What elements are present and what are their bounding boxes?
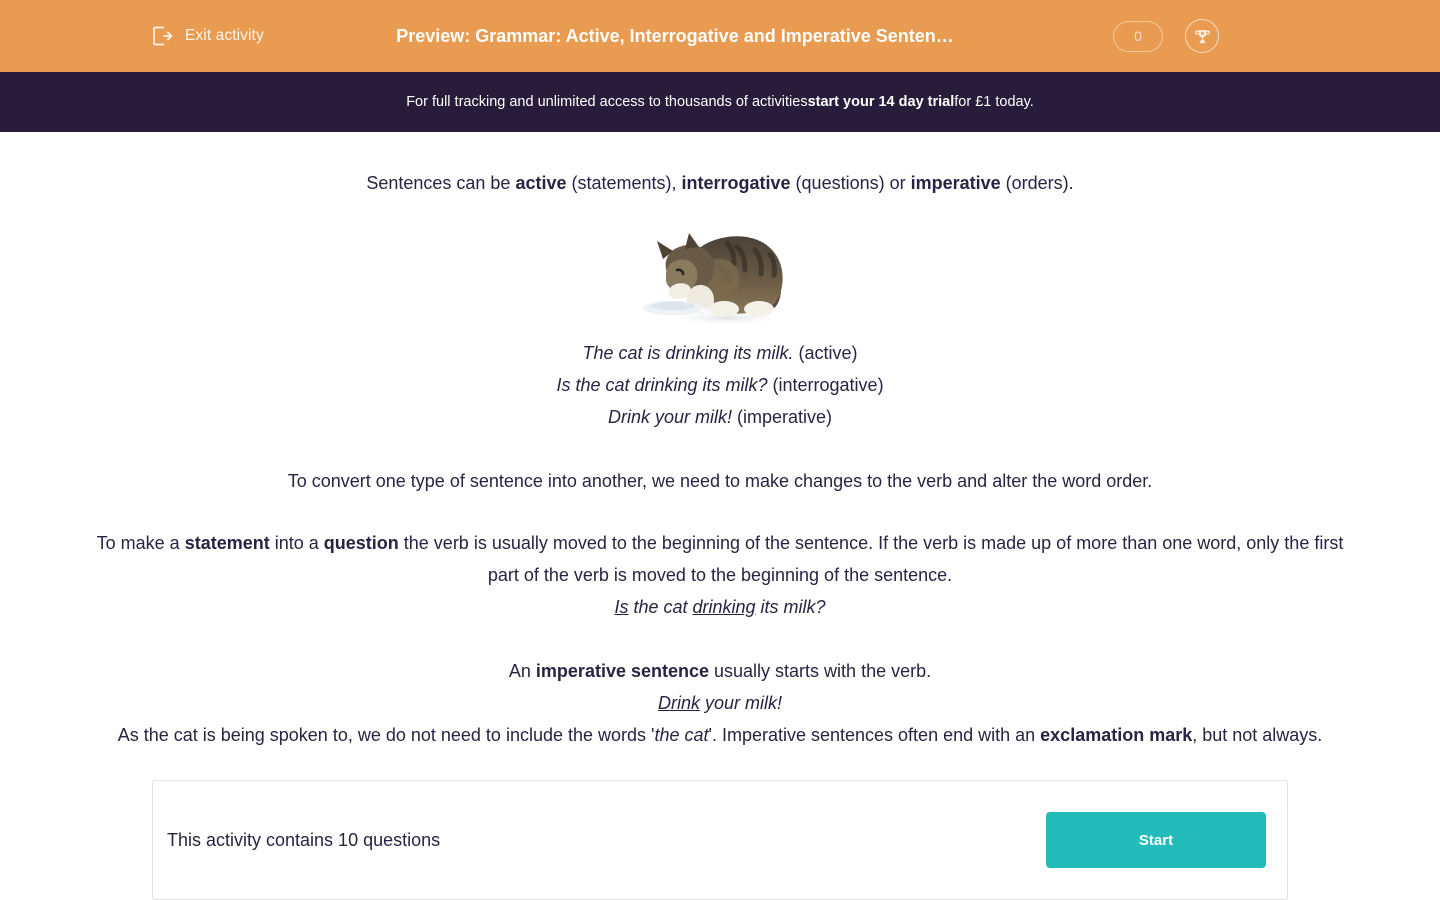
trophy-button[interactable] (1185, 19, 1219, 53)
exit-activity-label: Exit activity (185, 27, 264, 44)
imperative-note-part-1: As the cat is being spoken to, we do not… (117, 725, 655, 745)
example-sentences: The cat is drinking its milk. (active) I… (0, 337, 1440, 433)
example-interrogative-type: (interrogative) (767, 375, 884, 395)
imperative-note-bold: exclamation mark (1040, 725, 1193, 745)
trophy-icon (1193, 27, 1212, 46)
imperative-rule-part-1: An (508, 661, 536, 681)
exit-activity-button[interactable]: Exit activity (150, 0, 264, 72)
imperative-note-part-3: , but not always. (1192, 725, 1323, 745)
example-interrogative-sentence: Is the cat drinking its milk? (556, 375, 768, 395)
example-active-type: (active) (793, 343, 858, 363)
imperative-rule-paragraph: An imperative sentence usually starts wi… (0, 655, 1440, 687)
question-rule-bold-question: question (323, 533, 399, 553)
question-rule-paragraph: To make a statement into a question the … (0, 527, 1440, 591)
question-rule-part-3: the verb is usually moved to the beginni… (398, 533, 1344, 585)
header-actions: 0 (1113, 0, 1219, 72)
promo-text-before: For full tracking and unlimited access t… (406, 94, 808, 110)
example-interrogative: Is the cat drinking its milk? (interroga… (0, 369, 1440, 401)
question-rule-bold-statement: statement (184, 533, 270, 553)
page-title: Preview: Grammar: Active, Interrogative … (396, 26, 954, 46)
imperative-note-paragraph: As the cat is being spoken to, we do not… (0, 719, 1440, 751)
example-imperative: Drink your milk! (imperative) (0, 401, 1440, 433)
app-header: Exit activity Preview: Grammar: Active, … (0, 0, 1440, 72)
question-example-middle: the cat (628, 597, 693, 617)
lead-bold-active: active (515, 173, 567, 193)
question-example-line: Is the cat drinking its milk? (0, 591, 1440, 623)
example-active: The cat is drinking its milk. (active) (0, 337, 1440, 369)
convert-paragraph: To convert one type of sentence into ano… (287, 471, 1153, 491)
lead-part-2: (statements), (566, 173, 682, 193)
cat-drinking-milk-photo (618, 219, 822, 329)
lead-bold-imperative: imperative (910, 173, 1001, 193)
lead-part-4: (orders). (1000, 173, 1074, 193)
score-badge[interactable]: 0 (1113, 20, 1163, 52)
question-example-verb-drinking: drinking (692, 597, 756, 617)
start-button[interactable]: Start (1046, 812, 1266, 868)
lesson-content: Sentences can be active (statements), in… (0, 132, 1440, 900)
start-activity-card: This activity contains 10 questions Star… (152, 780, 1288, 900)
score-value: 0 (1134, 28, 1142, 44)
lead-paragraph: Sentences can be active (statements), in… (0, 162, 1440, 197)
question-example-verb-is: Is (614, 597, 629, 617)
imperative-rule-bold: imperative sentence (535, 661, 710, 681)
promo-text-after: for £1 today. (954, 94, 1034, 110)
question-rule-part-1: To make a (96, 533, 185, 553)
example-imperative-type: (imperative) (731, 407, 833, 427)
imperative-example-verb-drink: Drink (657, 693, 700, 713)
imperative-example-tail: your milk! (700, 693, 783, 713)
lead-part-3: (questions) or (790, 173, 911, 193)
example-active-sentence: The cat is drinking its milk. (582, 343, 794, 363)
lead-bold-interrogative: interrogative (681, 173, 791, 193)
question-count-label: This activity contains 10 questions (167, 829, 441, 850)
imperative-rule-part-2: usually starts with the verb. (709, 661, 932, 681)
question-rule-part-2: into a (269, 533, 324, 553)
example-imperative-sentence: Drink your milk! (607, 407, 732, 427)
question-example-tail: its milk? (755, 597, 826, 617)
lead-part-1: Sentences can be (366, 173, 516, 193)
imperative-note-italic-the-cat: the cat (654, 725, 709, 745)
imperative-example-line: Drink your milk! (0, 687, 1440, 719)
imperative-note-part-2: '. Imperative sentences often end with a… (708, 725, 1041, 745)
trial-promo-banner[interactable]: For full tracking and unlimited access t… (0, 72, 1440, 132)
exit-arrow-icon (150, 24, 174, 48)
promo-text-bold: start your 14 day trial (807, 94, 955, 110)
